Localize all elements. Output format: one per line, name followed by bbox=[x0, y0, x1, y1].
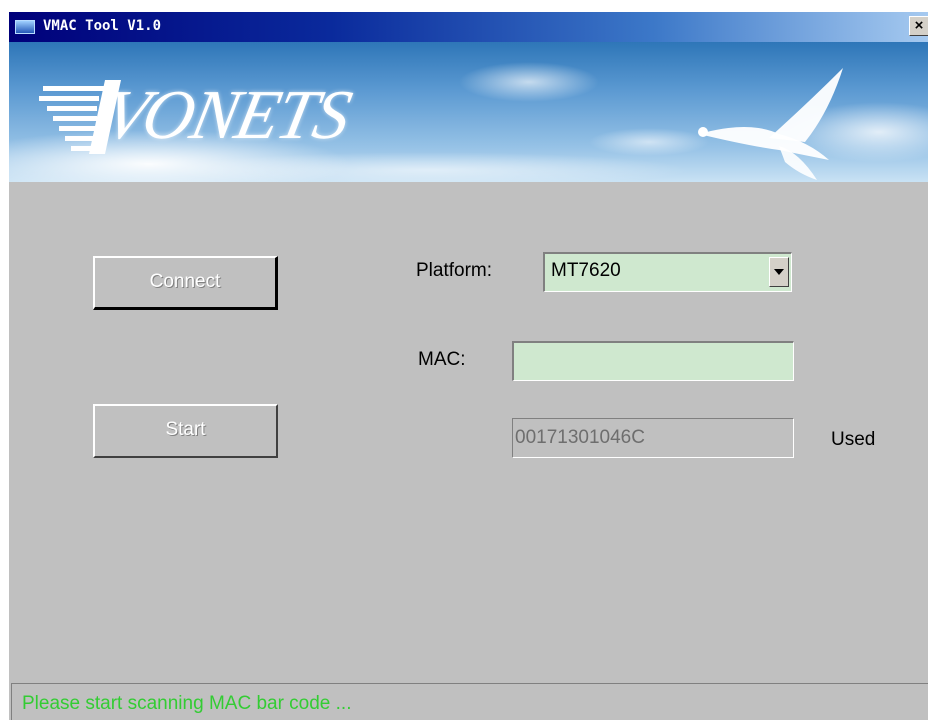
header-banner: VONETS bbox=[9, 42, 928, 182]
dropdown-button[interactable] bbox=[769, 257, 789, 287]
platform-selected-value: MT7620 bbox=[551, 260, 621, 281]
platform-select[interactable]: MT7620 bbox=[543, 252, 792, 292]
used-mac-field: 00171301046C bbox=[512, 418, 794, 458]
start-button[interactable]: Start bbox=[93, 404, 278, 458]
platform-label: Platform: bbox=[416, 260, 493, 281]
logo-text: VONETS bbox=[96, 77, 356, 154]
connect-button[interactable]: Connect bbox=[93, 256, 278, 310]
app-icon bbox=[15, 20, 35, 34]
mac-input[interactable] bbox=[512, 341, 794, 381]
status-bar: Please start scanning MAC bar code ... bbox=[11, 683, 928, 720]
app-window: VMAC Tool V1.0 × VONETS Connect Start Pl… bbox=[8, 12, 928, 720]
status-message: Please start scanning MAC bar code ... bbox=[22, 693, 352, 714]
chevron-down-icon bbox=[774, 269, 784, 275]
close-icon: × bbox=[914, 17, 924, 34]
title-bar[interactable]: VMAC Tool V1.0 × bbox=[9, 12, 928, 42]
close-button[interactable]: × bbox=[909, 16, 928, 36]
mac-label: MAC: bbox=[418, 349, 466, 370]
used-label: Used bbox=[831, 429, 876, 450]
window-title: VMAC Tool V1.0 bbox=[43, 18, 162, 34]
